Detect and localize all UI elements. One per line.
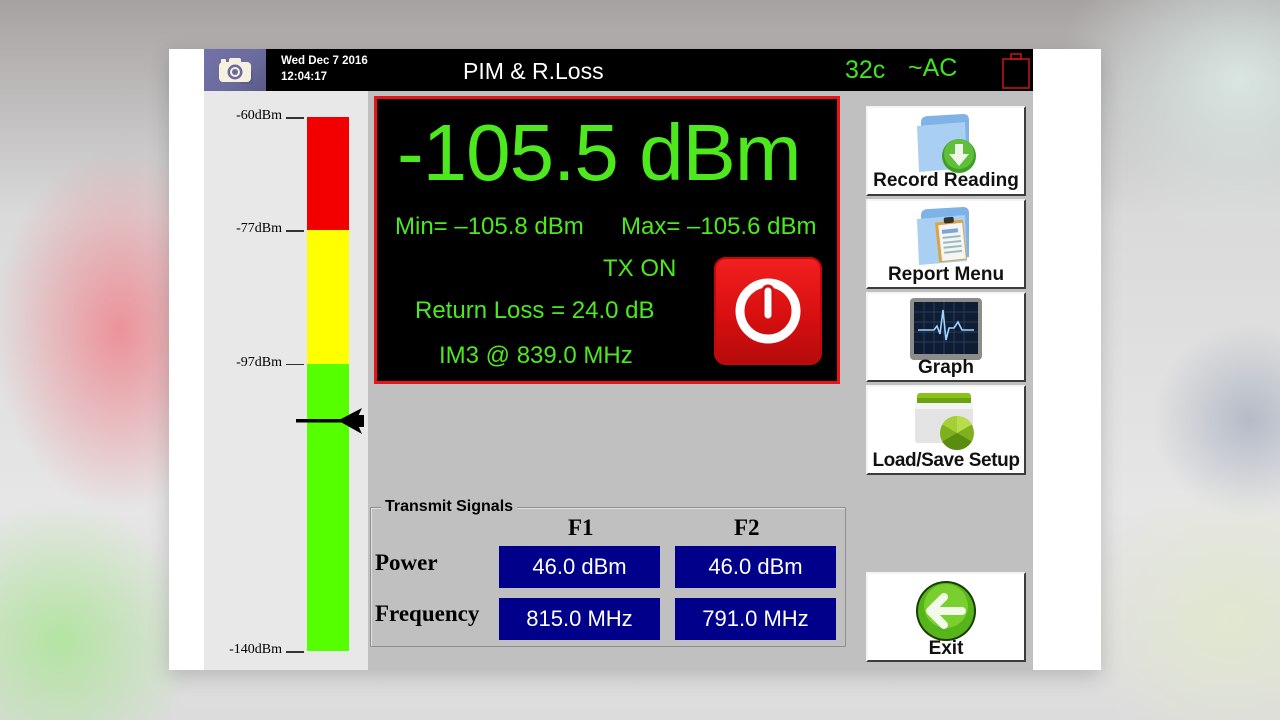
gauge-tick-mark	[286, 230, 304, 232]
tx-power-button[interactable]	[714, 257, 822, 365]
load-save-setup-label: Load/Save Setup	[872, 450, 1020, 471]
arrow-left-icon	[296, 407, 366, 440]
report-menu-button[interactable]: Report Menu	[866, 199, 1026, 289]
gauge-tick-label: -140dBm	[229, 642, 282, 657]
gauge-tick-label: -77dBm	[236, 221, 282, 237]
screenshot-button[interactable]	[204, 49, 266, 91]
gauge-tick-mark	[286, 363, 304, 366]
column-header-f2: F2	[734, 515, 760, 540]
row-header-frequency: Frequency	[375, 601, 480, 626]
camera-icon	[219, 58, 253, 84]
folder-download-icon	[917, 114, 976, 173]
f1-power-field[interactable]: 46.0 dBm	[499, 546, 660, 588]
folder-report-icon	[917, 207, 969, 265]
row-header-power: Power	[375, 550, 438, 575]
gauge-tick-mark	[286, 651, 304, 653]
header-bar: Wed Dec 7 2016 12:04:17 PIM & R.Loss 32c…	[204, 49, 1033, 91]
graph-label: Graph	[918, 357, 974, 378]
column-header-f1: F1	[568, 515, 594, 540]
gauge-zone-0	[307, 117, 349, 231]
max-reading: Max= –105.6 dBm	[621, 213, 817, 240]
load-save-setup-button[interactable]: Load/Save Setup	[866, 385, 1026, 475]
measurement-display: -105.5 dBm Min= –105.8 dBm Max= –105.6 d…	[374, 96, 840, 384]
graph-button[interactable]: Graph	[866, 292, 1026, 382]
folder-setup-icon	[915, 393, 974, 450]
instrument-screen: Wed Dec 7 2016 12:04:17 PIM & R.Loss 32c…	[204, 49, 1033, 670]
graph-monitor-icon	[910, 298, 982, 360]
f2-frequency-field[interactable]: 791.0 MHz	[675, 598, 836, 640]
signal-level-gauge: -60dBm -77dBm -97dBm -140dBm	[204, 91, 368, 670]
gauge-zone-1	[307, 230, 349, 364]
gauge-tick-label: -97dBm	[236, 354, 282, 370]
report-menu-label: Report Menu	[887, 264, 1005, 285]
f1-frequency-field[interactable]: 815.0 MHz	[499, 598, 660, 640]
transmit-signals-legend: Transmit Signals	[381, 498, 518, 516]
record-reading-button[interactable]: Record Reading	[866, 106, 1026, 196]
tx-status: TX ON	[603, 255, 677, 282]
record-reading-label: Record Reading	[873, 170, 1019, 191]
gauge-tick-mark	[286, 117, 304, 119]
battery-empty-icon	[1001, 53, 1031, 94]
date-text: Wed Dec 7 2016	[281, 55, 368, 67]
temperature-readout: 32c	[845, 56, 886, 84]
f2-power-field[interactable]: 46.0 dBm	[675, 546, 836, 588]
date-time: Wed Dec 7 2016 12:04:17	[281, 53, 368, 85]
page-title: PIM & R.Loss	[463, 58, 604, 84]
pim-reading: -105.5 dBm	[397, 108, 802, 197]
min-reading: Min= –105.8 dBm	[395, 213, 584, 240]
im3-frequency: IM3 @ 839.0 MHz	[439, 342, 633, 369]
exit-label: Exit	[928, 638, 964, 659]
power-icon	[735, 278, 801, 344]
exit-button[interactable]: Exit	[866, 572, 1026, 662]
time-text: 12:04:17	[281, 71, 328, 83]
return-loss-reading: Return Loss = 24.0 dB	[415, 297, 655, 324]
power-source-indicator: ~AC	[908, 54, 958, 82]
gauge-tick-label: -60dBm	[236, 108, 282, 123]
exit-arrow-icon	[916, 581, 976, 641]
